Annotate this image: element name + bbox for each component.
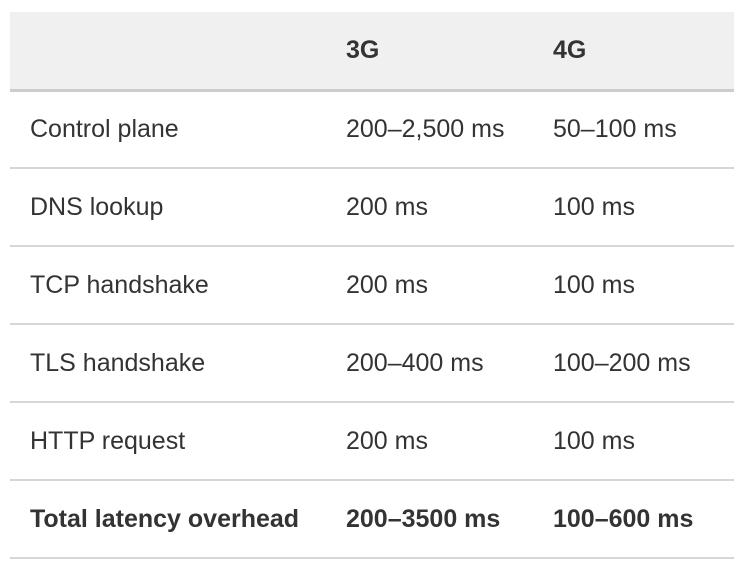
latency-comparison-table: 3G 4G Control plane 200–2,500 ms 50–100 …	[10, 12, 734, 559]
row-3g-value: 200 ms	[346, 192, 428, 221]
table-row-control-plane: Control plane 200–2,500 ms 50–100 ms	[10, 90, 734, 168]
row-4g-value: 100 ms	[553, 270, 635, 299]
row-label: Control plane	[30, 114, 179, 143]
row-4g-value: 100–600 ms	[553, 504, 694, 533]
row-4g-value: 100–200 ms	[553, 348, 691, 377]
table-body: Control plane 200–2,500 ms 50–100 ms DNS…	[10, 90, 734, 558]
row-label: Total latency overhead	[30, 504, 300, 533]
header-row: 3G 4G	[10, 12, 734, 90]
header-3g: 3G	[346, 35, 380, 64]
row-label: HTTP request	[30, 426, 186, 455]
table-row-tcp-handshake: TCP handshake 200 ms 100 ms	[10, 246, 734, 324]
row-label: DNS lookup	[30, 192, 164, 221]
row-4g-value: 100 ms	[553, 426, 635, 455]
row-3g-value: 200 ms	[346, 270, 428, 299]
table-row-total-latency: Total latency overhead 200–3500 ms 100–6…	[10, 480, 734, 558]
row-3g-value: 200–400 ms	[346, 348, 484, 377]
row-3g-value: 200–2,500 ms	[346, 114, 505, 143]
row-4g-value: 50–100 ms	[553, 114, 677, 143]
row-3g-value: 200–3500 ms	[346, 504, 501, 533]
table-row-http-request: HTTP request 200 ms 100 ms	[10, 402, 734, 480]
row-label: TCP handshake	[30, 270, 209, 299]
table-row-dns-lookup: DNS lookup 200 ms 100 ms	[10, 168, 734, 246]
header-4g: 4G	[553, 35, 587, 64]
latency-table-container: 3G 4G Control plane 200–2,500 ms 50–100 …	[10, 12, 734, 559]
row-label: TLS handshake	[30, 348, 206, 377]
row-4g-value: 100 ms	[553, 192, 635, 221]
header-blank-cell	[10, 12, 346, 90]
table-header: 3G 4G	[10, 12, 734, 90]
table-row-tls-handshake: TLS handshake 200–400 ms 100–200 ms	[10, 324, 734, 402]
row-3g-value: 200 ms	[346, 426, 428, 455]
